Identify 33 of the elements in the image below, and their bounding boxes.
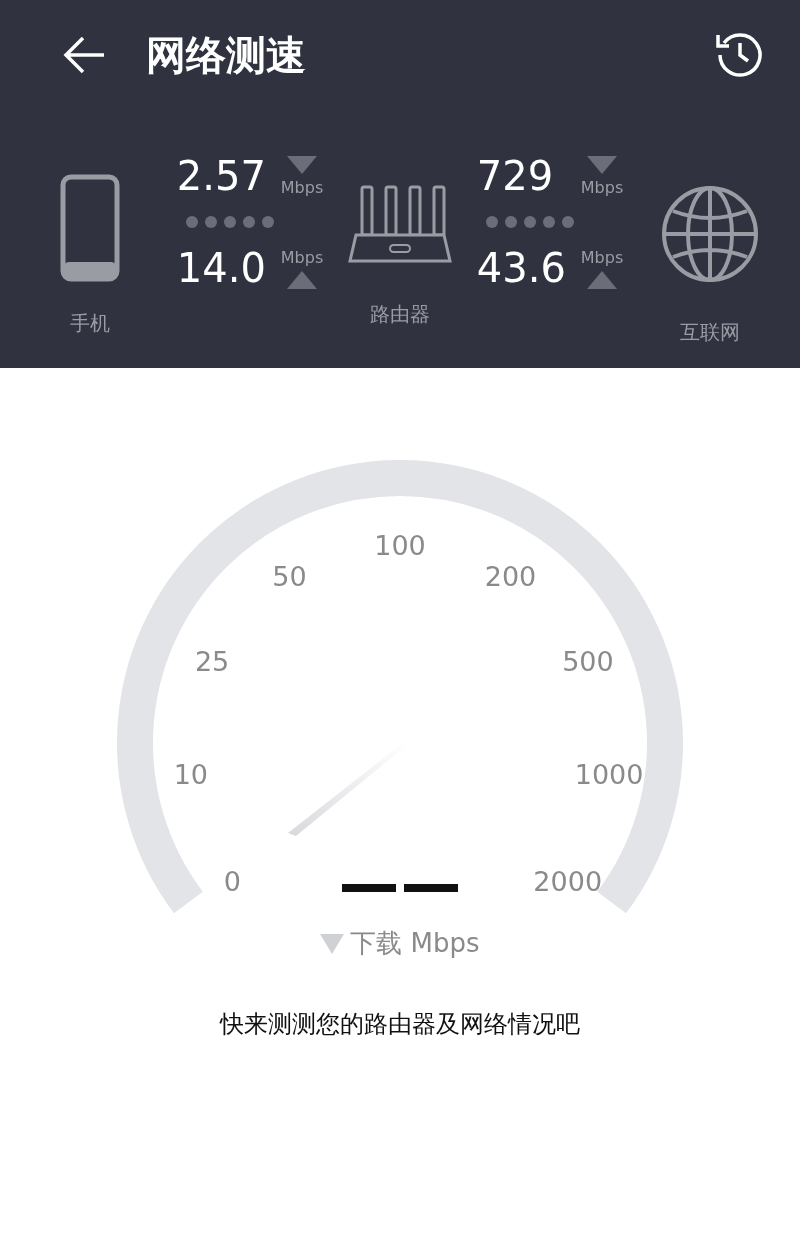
upload-speed: 43.6 <box>476 245 567 291</box>
device-label: 路由器 <box>370 301 430 328</box>
prompt-text: 快来测测您的路由器及网络情况吧 <box>218 1009 581 1040</box>
scale-label: 2000 <box>533 865 603 897</box>
unit-label: Mbps <box>280 177 324 197</box>
scale-label: 50 <box>272 560 307 592</box>
device-label: 互联网 <box>680 319 740 346</box>
upload-icon <box>587 270 617 289</box>
scale-label: 500 <box>562 645 614 677</box>
device-label: 手机 <box>70 310 110 337</box>
download-speed: 2.57 <box>176 153 267 199</box>
history-button[interactable] <box>716 31 764 79</box>
router-icon <box>348 185 452 265</box>
scale-label: 0 <box>223 865 241 897</box>
upload-icon <box>287 270 317 289</box>
scale-label: 1000 <box>574 758 644 790</box>
download-icon <box>287 155 317 174</box>
unit-label: Mbps <box>580 247 624 267</box>
download-speed: 729 <box>476 153 555 199</box>
scale-label: 10 <box>173 758 209 790</box>
page-title: 网络测速 <box>146 30 307 80</box>
scale-label: 200 <box>484 560 537 592</box>
reading-label: 下载 Mbps <box>350 927 480 960</box>
unit-label: Mbps <box>280 247 324 267</box>
upload-speed: 14.0 <box>176 245 267 291</box>
download-icon <box>587 155 617 174</box>
globe-icon <box>661 185 759 283</box>
unit-label: Mbps <box>580 177 624 197</box>
scale-label: 25 <box>194 645 230 677</box>
download-icon <box>320 933 345 954</box>
scale-label: 100 <box>374 529 426 561</box>
phone-icon <box>60 174 120 282</box>
back-button[interactable] <box>62 35 106 75</box>
